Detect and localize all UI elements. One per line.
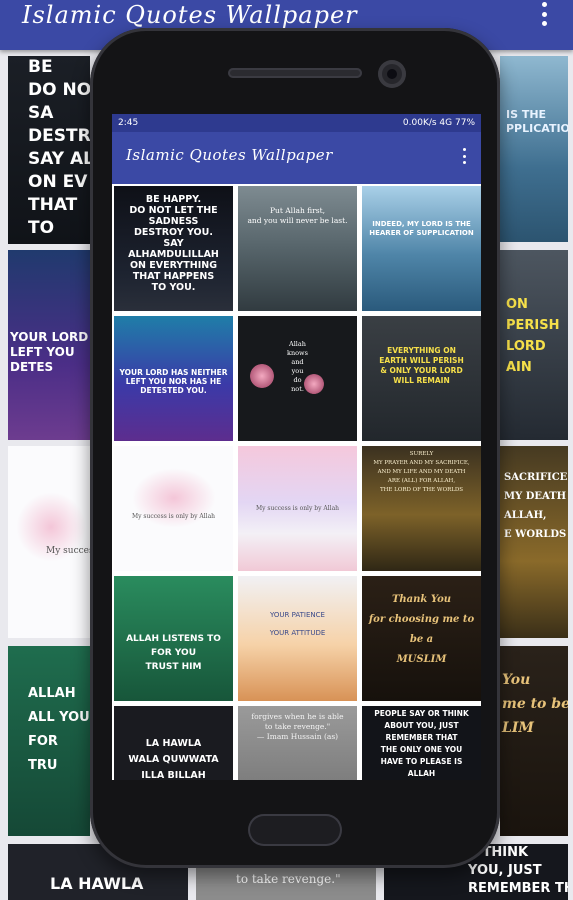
wallpaper-caption: ALLAH LISTENS TO FOR YOU TRUST HIM: [126, 634, 221, 672]
status-time: 2:45: [118, 118, 139, 128]
inner-app-bar: Islamic Quotes Wallpaper: [112, 132, 481, 184]
wallpaper-thumbnail[interactable]: EVERYTHING ON EARTH WILL PERISH & ONLY Y…: [362, 316, 481, 441]
wallpaper-caption: EVERYTHING ON EARTH WILL PERISH & ONLY Y…: [379, 346, 464, 385]
wallpaper-caption: INDEED, MY LORD IS THE HEARER OF SUPPLIC…: [369, 220, 474, 237]
background-tile: IS THE PPLICATION: [500, 56, 568, 242]
wallpaper-thumbnail[interactable]: YOUR LORD HAS NEITHER LEFT YOU NOR HAS H…: [114, 316, 233, 441]
wallpaper-grid: BE HAPPY. DO NOT LET THE SADNESS DESTROY…: [114, 186, 481, 780]
background-tile: SACRIFICE MY DEATH ALLAH, E WORLDS: [500, 446, 568, 638]
background-tile: BE DO NO SA DESTR SAY ALH ON EV THAT TO: [8, 56, 90, 244]
wallpaper-caption: BE HAPPY. DO NOT LET THE SADNESS DESTROY…: [128, 194, 219, 293]
background-caption: ON PERISH LORD AIN: [506, 297, 560, 375]
wallpaper-thumbnail[interactable]: My success is only by Allah: [114, 446, 233, 571]
wallpaper-caption: My success is only by Allah: [255, 505, 340, 512]
background-caption: You me to be a LIM: [502, 672, 568, 736]
wallpaper-thumbnail[interactable]: PEOPLE SAY OR THINK ABOUT YOU, JUST REME…: [362, 706, 481, 780]
background-caption: IS THE PPLICATION: [506, 108, 568, 135]
wallpaper-caption: YOUR PATIENCE YOUR ATTITUDE: [269, 611, 326, 637]
background-caption: My success: [46, 546, 90, 556]
wallpaper-thumbnail[interactable]: forgives when he is able to take revenge…: [238, 706, 357, 780]
status-bar: 2:45 0.00K/s 4G 77%: [112, 114, 481, 132]
background-caption: to take revenge.": [236, 872, 341, 886]
phone-mockup: 2:45 0.00K/s 4G 77% Islamic Quotes Wallp…: [90, 28, 500, 868]
background-tile: ON PERISH LORD AIN: [500, 250, 568, 440]
phone-speaker: [228, 68, 362, 78]
kebab-menu-icon[interactable]: [461, 148, 467, 164]
wallpaper-thumbnail[interactable]: My success is only by Allah: [238, 446, 357, 571]
wallpaper-thumbnail[interactable]: YOUR PATIENCE YOUR ATTITUDE: [238, 576, 357, 701]
wallpaper-thumbnail[interactable]: Put Allah first, and you will never be l…: [238, 186, 357, 311]
wallpaper-caption: PEOPLE SAY OR THINK ABOUT YOU, JUST REME…: [374, 709, 469, 778]
wallpaper-thumbnail[interactable]: ALLAH LISTENS TO FOR YOU TRUST HIM: [114, 576, 233, 701]
wallpaper-thumbnail[interactable]: Allah knows and you do not.: [238, 316, 357, 441]
app-title: Islamic Quotes Wallpaper: [22, 1, 358, 29]
status-indicators: 0.00K/s 4G 77%: [402, 118, 475, 128]
background-caption: ALLAH ALL YOUR SPOKEN FOR TRU: [28, 686, 90, 773]
background-caption: BE DO NO SA DESTR SAY ALH ON EV THAT TO: [28, 57, 90, 238]
wallpaper-caption: Put Allah first, and you will never be l…: [247, 206, 348, 225]
background-tile: My success: [8, 446, 90, 638]
background-tile: YOUR LORD LEFT YOU DETES: [8, 250, 90, 440]
background-caption: SACRIFICE MY DEATH ALLAH, E WORLDS: [504, 472, 568, 540]
background-tile: You me to be a LIM: [500, 646, 568, 836]
background-caption: LA HAWLA: [50, 874, 144, 893]
wallpaper-thumbnail[interactable]: BE HAPPY. DO NOT LET THE SADNESS DESTROY…: [114, 186, 233, 311]
wallpaper-thumbnail[interactable]: INDEED, MY LORD IS THE HEARER OF SUPPLIC…: [362, 186, 481, 311]
wallpaper-caption: YOUR LORD HAS NEITHER LEFT YOU NOR HAS H…: [119, 368, 228, 395]
wallpaper-caption: My success is only by Allah: [131, 513, 216, 520]
background-tile: ALLAH ALL YOUR SPOKEN FOR TRU: [8, 646, 90, 836]
phone-screen: 2:45 0.00K/s 4G 77% Islamic Quotes Wallp…: [112, 114, 481, 780]
wallpaper-thumbnail[interactable]: SURELY MY PRAYER AND MY SACRIFICE, AND M…: [362, 446, 481, 571]
phone-camera: [378, 60, 406, 88]
wallpaper-caption: Allah knows and you do not.: [287, 340, 308, 393]
wallpaper-caption: LA HAWLA WALA QUWWATA ILLA BILLAH: [128, 738, 219, 780]
wallpaper-caption: forgives when he is able to take revenge…: [251, 712, 344, 741]
wallpaper-caption: Thank You for choosing me to be a MUSLIM: [368, 594, 475, 665]
inner-app-title: Islamic Quotes Wallpaper: [126, 146, 333, 164]
background-caption: YOUR LORD LEFT YOU DETES: [10, 330, 89, 374]
phone-home-button: [248, 814, 342, 846]
wallpaper-thumbnail[interactable]: Thank You for choosing me to be a MUSLIM: [362, 576, 481, 701]
wallpaper-caption: SURELY MY PRAYER AND MY SACRIFICE, AND M…: [373, 451, 470, 493]
wallpaper-thumbnail[interactable]: LA HAWLA WALA QUWWATA ILLA BILLAH: [114, 706, 233, 780]
kebab-menu-icon[interactable]: [539, 2, 549, 26]
